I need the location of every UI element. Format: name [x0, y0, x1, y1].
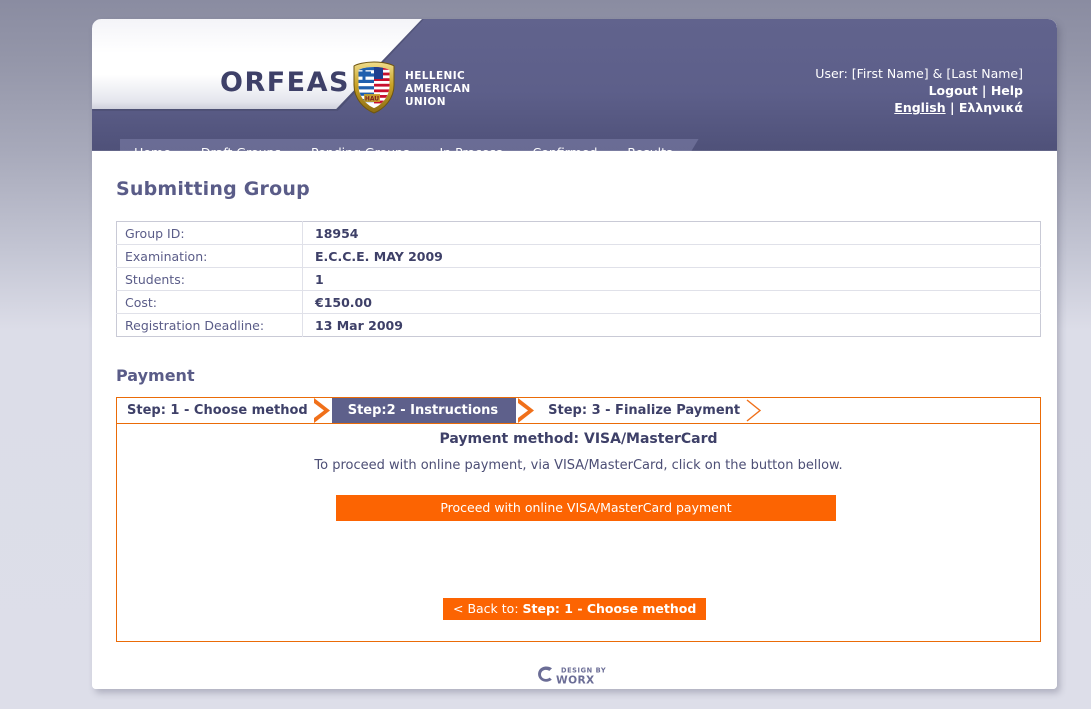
page-panel: ORFEAS HAU HELLENIC AMERICAN UNION User:…	[92, 19, 1057, 689]
row-label: Group ID:	[116, 221, 303, 245]
row-label: Registration Deadline:	[116, 313, 303, 337]
chevron-right-icon	[744, 398, 766, 423]
account-links: Logout | Help	[815, 82, 1023, 99]
step-label: Step:2 - Instructions	[347, 403, 499, 418]
svg-text:WORX: WORX	[556, 674, 595, 686]
language-greek-link[interactable]: Ελληνικά	[959, 100, 1023, 115]
link-separator-1: |	[977, 83, 991, 98]
svg-text:HAU: HAU	[365, 96, 379, 103]
svg-text:DESIGN BY: DESIGN BY	[561, 667, 606, 675]
help-link[interactable]: Help	[991, 83, 1023, 98]
chevron-right-icon	[312, 398, 334, 423]
back-button-target: Step: 1 - Choose method	[522, 601, 697, 616]
language-links: English | Ελληνικά	[815, 99, 1023, 116]
org-line-1: HELLENIC	[405, 70, 466, 82]
payment-step-3[interactable]: Step: 3 - Finalize Payment	[538, 398, 744, 423]
row-label: Examination:	[116, 244, 303, 268]
organization-name: HELLENIC AMERICAN UNION	[405, 70, 471, 109]
page-title: Submitting Group	[116, 178, 310, 200]
step-label: Step: 1 - Choose method	[127, 403, 308, 418]
row-value: 18954	[302, 221, 1041, 245]
user-name-label: User: [First Name] & [Last Name]	[815, 66, 1023, 81]
payment-method-title: Payment method: VISA/MasterCard	[439, 431, 718, 447]
payment-step-2[interactable]: Step:2 - Instructions	[331, 398, 517, 423]
payment-step-1[interactable]: Step: 1 - Choose method	[117, 398, 312, 423]
table-row: Registration Deadline: 13 Mar 2009	[116, 313, 1041, 337]
back-button-prefix: < Back to:	[453, 601, 523, 616]
link-separator-2: |	[945, 100, 959, 115]
row-label: Students:	[116, 267, 303, 291]
eworx-logo-icon: DESIGN BY WORX	[537, 666, 606, 686]
eworx-design-credit[interactable]: DESIGN BY WORX	[92, 663, 1057, 687]
payment-panel: Step: 1 - Choose method Step:2 - Instruc…	[116, 397, 1041, 642]
row-value: 13 Mar 2009	[315, 317, 403, 333]
step-label: Step: 3 - Finalize Payment	[548, 403, 741, 418]
logout-link[interactable]: Logout	[929, 83, 978, 98]
row-label: Cost:	[116, 290, 303, 314]
group-info-table: Group ID: 18954 Examination: E.C.C.E. MA…	[116, 221, 1041, 337]
row-value: 1	[302, 267, 1041, 291]
table-row: Students: 1	[116, 267, 1041, 291]
brand-name: ORFEAS	[220, 67, 350, 98]
org-line-2: AMERICAN	[405, 83, 471, 95]
row-value: E.C.C.E. MAY 2009	[302, 244, 1041, 268]
user-info-block: User: [First Name] & [Last Name] Logout …	[815, 65, 1023, 116]
table-row: Group ID: 18954	[116, 221, 1041, 245]
payment-instructions-text: To proceed with online payment, via VISA…	[314, 458, 843, 473]
table-row: Examination: E.C.C.E. MAY 2009	[116, 244, 1041, 268]
org-line-3: UNION	[405, 96, 446, 108]
back-to-step-1-button[interactable]: < Back to: Step: 1 - Choose method	[443, 598, 707, 620]
proceed-payment-button[interactable]: Proceed with online VISA/MasterCard paym…	[336, 495, 836, 521]
main-content: Submitting Group Group ID: 18954 Examina…	[92, 151, 1057, 689]
table-row: Cost: €150.00	[116, 290, 1041, 314]
row-value: €150.00	[302, 290, 1041, 314]
chevron-right-icon	[516, 398, 538, 423]
payment-steps-breadcrumb: Step: 1 - Choose method Step:2 - Instruc…	[117, 398, 1040, 424]
language-english-link[interactable]: English	[894, 100, 945, 115]
payment-section-title: Payment	[116, 366, 195, 385]
site-header: ORFEAS HAU HELLENIC AMERICAN UNION User:…	[92, 19, 1057, 151]
hau-shield-icon: HAU	[351, 61, 397, 114]
